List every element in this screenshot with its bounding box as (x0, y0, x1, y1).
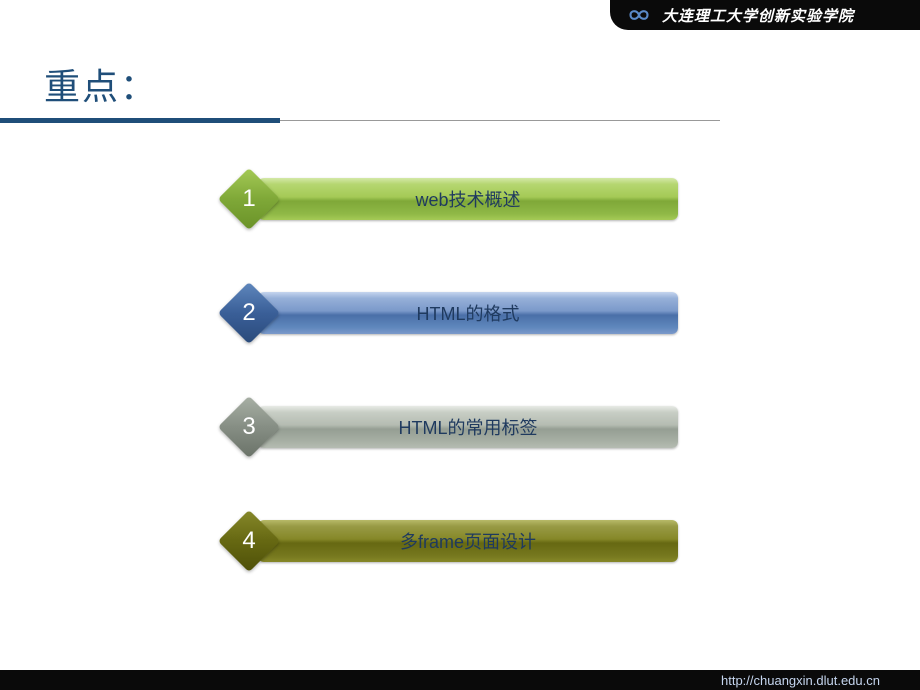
item-bar: 多frame页面设计 (258, 520, 678, 562)
item-bar: HTML的格式 (258, 292, 678, 334)
header-org-name: 大连理工大学创新实验学院 (662, 5, 854, 26)
item-number: 4 (218, 510, 280, 572)
title-underline (0, 118, 680, 124)
title-section: 重点： (44, 58, 920, 124)
item-number-badge: 3 (218, 396, 280, 458)
item-label: HTML的格式 (417, 300, 520, 326)
item-number-badge: 1 (218, 168, 280, 230)
item-bar: HTML的常用标签 (258, 406, 678, 448)
item-number-badge: 4 (218, 510, 280, 572)
item-number: 1 (218, 168, 280, 230)
item-label: web技术概述 (415, 186, 520, 212)
item-number: 2 (218, 282, 280, 344)
item-label: 多frame页面设计 (400, 528, 536, 554)
list-item-1: web技术概述 1 (218, 175, 678, 223)
item-bar: web技术概述 (258, 178, 678, 220)
item-number: 3 (218, 396, 280, 458)
footer-url: http://chuangxin.dlut.edu.cn (721, 673, 880, 688)
slide-title: 重点： (44, 58, 920, 110)
infinity-logo-icon (622, 5, 656, 25)
list-item-2: HTML的格式 2 (218, 289, 678, 337)
item-label: HTML的常用标签 (399, 414, 538, 440)
header-bar: 大连理工大学创新实验学院 (610, 0, 920, 30)
footer-bar: http://chuangxin.dlut.edu.cn (0, 670, 920, 690)
item-number-badge: 2 (218, 282, 280, 344)
list-item-3: HTML的常用标签 3 (218, 403, 678, 451)
list-item-4: 多frame页面设计 4 (218, 517, 678, 565)
items-list: web技术概述 1 HTML的格式 2 HTML的常用标签 3 多frame页面… (218, 175, 678, 631)
